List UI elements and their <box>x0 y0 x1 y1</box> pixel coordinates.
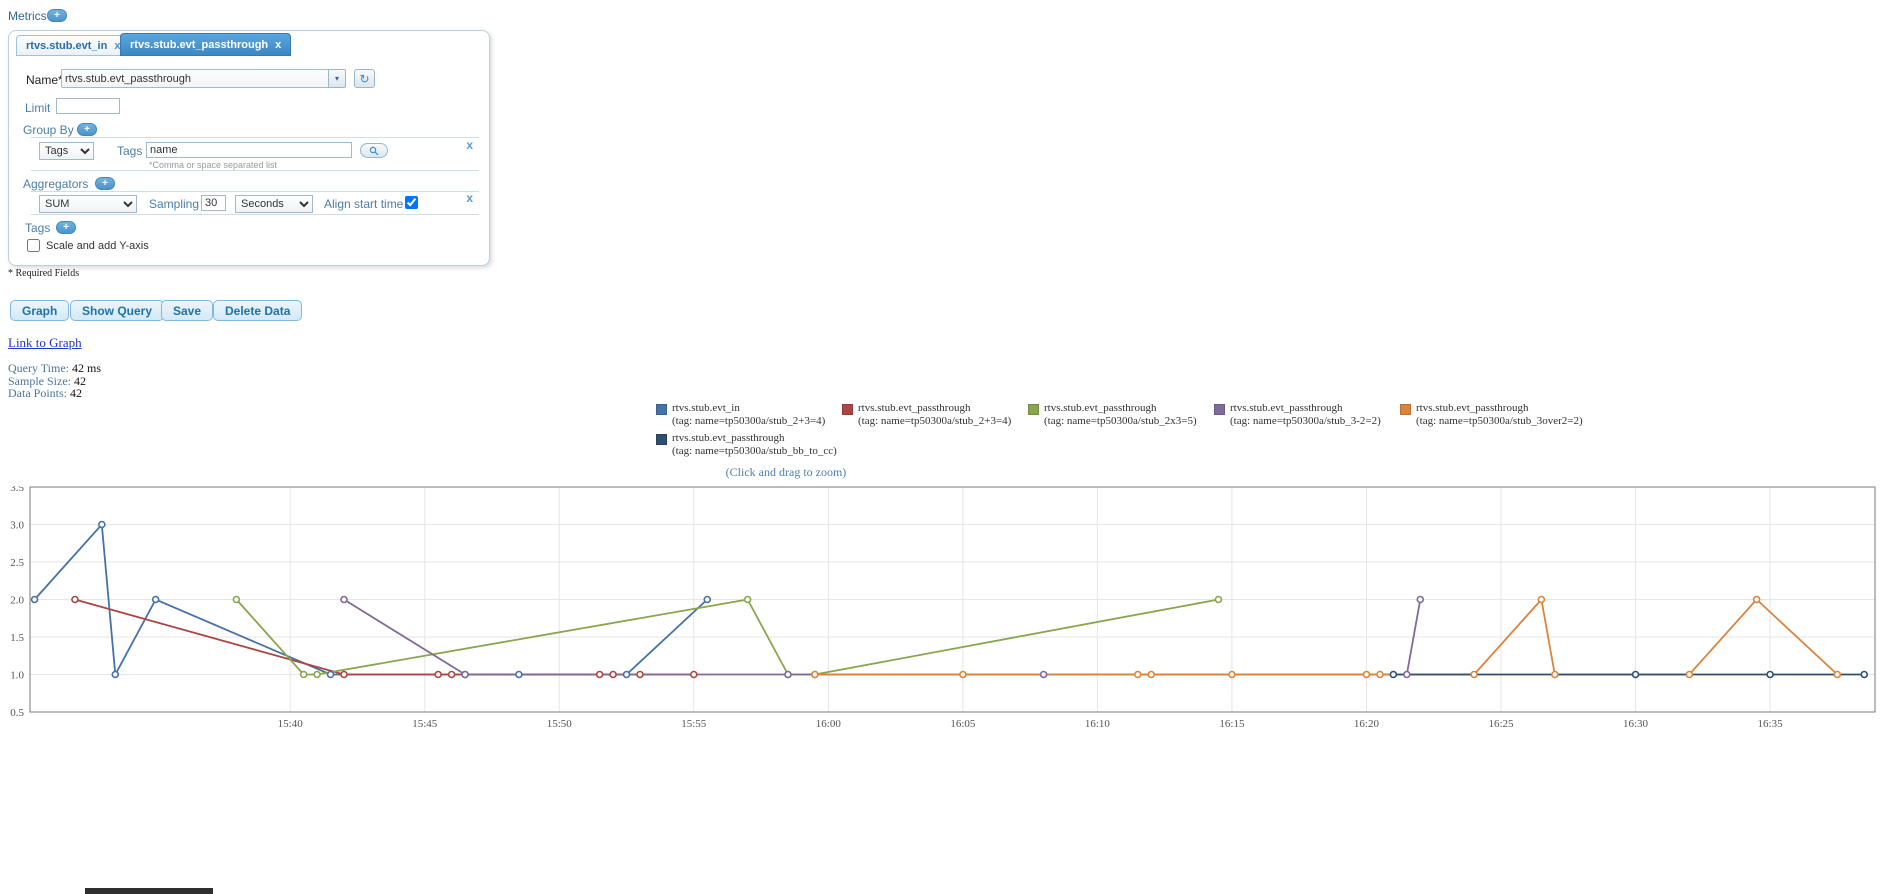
svg-text:2.0: 2.0 <box>10 595 24 607</box>
tab-label: rtvs.stub.evt_passthrough <box>130 38 269 51</box>
plus-icon: + <box>63 222 69 233</box>
svg-text:16:15: 16:15 <box>1219 718 1245 730</box>
name-label: Name* <box>26 73 63 87</box>
aggregator-row: SUM Sampling Seconds Align start time x <box>31 191 479 215</box>
legend-swatch-icon <box>1028 404 1039 415</box>
legend-item: rtvs.stub.evt_passthrough (tag: name=tp50… <box>656 432 842 457</box>
tags-hint: *Comma or space separated list <box>149 160 278 170</box>
chart-svg: 0.5 1.0 1.5 2.0 2.5 3.0 3.5 15:40 15:45 15:50 15:5… <box>10 482 1876 730</box>
svg-text:16:25: 16:25 <box>1488 718 1514 730</box>
add-metric-button[interactable]: + <box>47 9 67 22</box>
scale-y-axis-label: Scale and add Y-axis <box>46 240 149 252</box>
svg-text:16:35: 16:35 <box>1758 718 1784 730</box>
legend-item: rtvs.stub.evt_passthrough (tag: name=tp50… <box>1214 402 1400 427</box>
group-by-row: Tags Tags x *Comma or space separated li… <box>31 137 479 171</box>
delete-data-button[interactable]: Delete Data <box>213 300 303 321</box>
search-icon <box>369 146 379 155</box>
legend-swatch-icon <box>1400 404 1411 415</box>
graph-button[interactable]: Graph <box>10 300 70 321</box>
search-button[interactable] <box>360 143 388 158</box>
svg-text:3.5: 3.5 <box>10 486 24 494</box>
data-points-row: Data Points: 42 <box>8 387 101 400</box>
align-start-time-label: Align start time <box>324 197 404 211</box>
legend-label: rtvs.stub.evt_passthrough (tag: name=tp50… <box>1044 402 1197 427</box>
limit-input[interactable] <box>56 98 120 114</box>
scale-y-axis-checkbox[interactable] <box>27 239 40 252</box>
legend-swatch-icon <box>1214 404 1225 415</box>
svg-text:16:00: 16:00 <box>816 718 842 730</box>
svg-text:1.5: 1.5 <box>10 632 24 644</box>
close-icon[interactable]: x <box>466 139 473 151</box>
metrics-query-page: Metrics + rtvs.stub.evt_in x rtvs.stub.e… <box>0 0 1891 894</box>
required-fields-note: * Required Fields <box>8 268 80 279</box>
legend-label: rtvs.stub.evt_passthrough (tag: name=tp50… <box>1416 402 1583 427</box>
svg-text:3.0: 3.0 <box>10 520 24 532</box>
horizontal-scrollbar-thumb[interactable] <box>85 888 213 894</box>
sampling-value-input[interactable] <box>201 195 226 211</box>
chart-plot[interactable]: 0.5 1.0 1.5 2.0 2.5 3.0 3.5 15:40 15:45 15:50 15:5… <box>0 482 1891 742</box>
plus-icon: + <box>54 10 60 21</box>
legend-swatch-icon <box>656 404 667 415</box>
add-group-by-button[interactable]: + <box>77 123 97 136</box>
limit-label: Limit <box>25 101 51 115</box>
sampling-unit-select[interactable]: Seconds <box>235 195 313 213</box>
svg-text:0.5: 0.5 <box>10 707 24 719</box>
metric-name-input[interactable] <box>61 69 329 88</box>
data-points-value: 42 <box>70 386 82 400</box>
zoom-hint: (Click and drag to zoom) <box>725 465 847 479</box>
legend-label: rtvs.stub.evt_in (tag: name=tp50300a/stub… <box>672 402 826 427</box>
tab-evt-in[interactable]: rtvs.stub.evt_in x <box>16 35 131 56</box>
svg-text:15:50: 15:50 <box>547 718 573 730</box>
svg-text:16:20: 16:20 <box>1354 718 1380 730</box>
tags-section-label: Tags <box>25 221 51 235</box>
legend-label: rtvs.stub.evt_passthrough (tag: name=tp50… <box>858 402 1012 427</box>
save-button[interactable]: Save <box>161 300 214 321</box>
svg-text:15:55: 15:55 <box>681 718 707 730</box>
tab-label: rtvs.stub.evt_in <box>26 39 108 52</box>
chart-legend: rtvs.stub.evt_in (tag: name=tp50300a/stub… <box>656 402 1601 462</box>
legend-item: rtvs.stub.evt_passthrough (tag: name=tp50… <box>842 402 1028 427</box>
aggregator-select[interactable]: SUM <box>39 195 137 213</box>
legend-item: rtvs.stub.evt_passthrough (tag: name=tp50… <box>1028 402 1214 427</box>
close-icon[interactable]: x <box>466 192 473 204</box>
legend-label: rtvs.stub.evt_passthrough (tag: name=tp50… <box>672 432 837 457</box>
sampling-label: Sampling <box>149 197 200 211</box>
plus-icon: + <box>84 124 90 135</box>
add-tag-button[interactable]: + <box>56 221 76 234</box>
close-icon[interactable]: x <box>275 39 281 51</box>
legend-swatch-icon <box>656 434 667 445</box>
svg-text:15:40: 15:40 <box>278 718 304 730</box>
add-aggregator-button[interactable]: + <box>95 177 115 190</box>
metric-form-panel: rtvs.stub.evt_in x rtvs.stub.evt_passthr… <box>8 30 490 266</box>
legend-item: rtvs.stub.evt_in (tag: name=tp50300a/stub… <box>656 402 842 427</box>
legend-swatch-icon <box>842 404 853 415</box>
refresh-icon: ↻ <box>359 71 370 86</box>
legend-item: rtvs.stub.evt_passthrough (tag: name=tp50… <box>1400 402 1586 427</box>
group-by-tags-input[interactable] <box>146 142 352 158</box>
svg-text:16:10: 16:10 <box>1085 718 1111 730</box>
svg-text:2.5: 2.5 <box>10 557 24 569</box>
show-query-button[interactable]: Show Query <box>70 300 165 321</box>
link-to-graph[interactable]: Link to Graph <box>8 335 82 351</box>
chevron-down-icon: ▾ <box>334 74 339 83</box>
legend-label: rtvs.stub.evt_passthrough (tag: name=tp50… <box>1230 402 1381 427</box>
group-by-tags-label: Tags <box>117 144 143 158</box>
aggregators-label: Aggregators <box>23 177 89 191</box>
data-points-label: Data Points: <box>8 386 67 400</box>
plus-icon: + <box>102 178 108 189</box>
query-stats: Query Time: 42 ms Sample Size: 42 Data P… <box>8 362 101 400</box>
svg-text:16:30: 16:30 <box>1623 718 1649 730</box>
svg-text:15:45: 15:45 <box>412 718 438 730</box>
svg-text:1.0: 1.0 <box>10 670 24 682</box>
svg-text:16:05: 16:05 <box>950 718 976 730</box>
tab-evt-passthrough[interactable]: rtvs.stub.evt_passthrough x <box>120 33 292 56</box>
group-by-type-select[interactable]: Tags <box>39 142 94 160</box>
name-dropdown-button[interactable]: ▾ <box>328 69 346 88</box>
refresh-button[interactable]: ↻ <box>354 69 375 88</box>
align-start-time-checkbox[interactable] <box>405 196 418 209</box>
group-by-label: Group By <box>23 123 74 137</box>
metrics-section-label: Metrics <box>8 9 47 23</box>
